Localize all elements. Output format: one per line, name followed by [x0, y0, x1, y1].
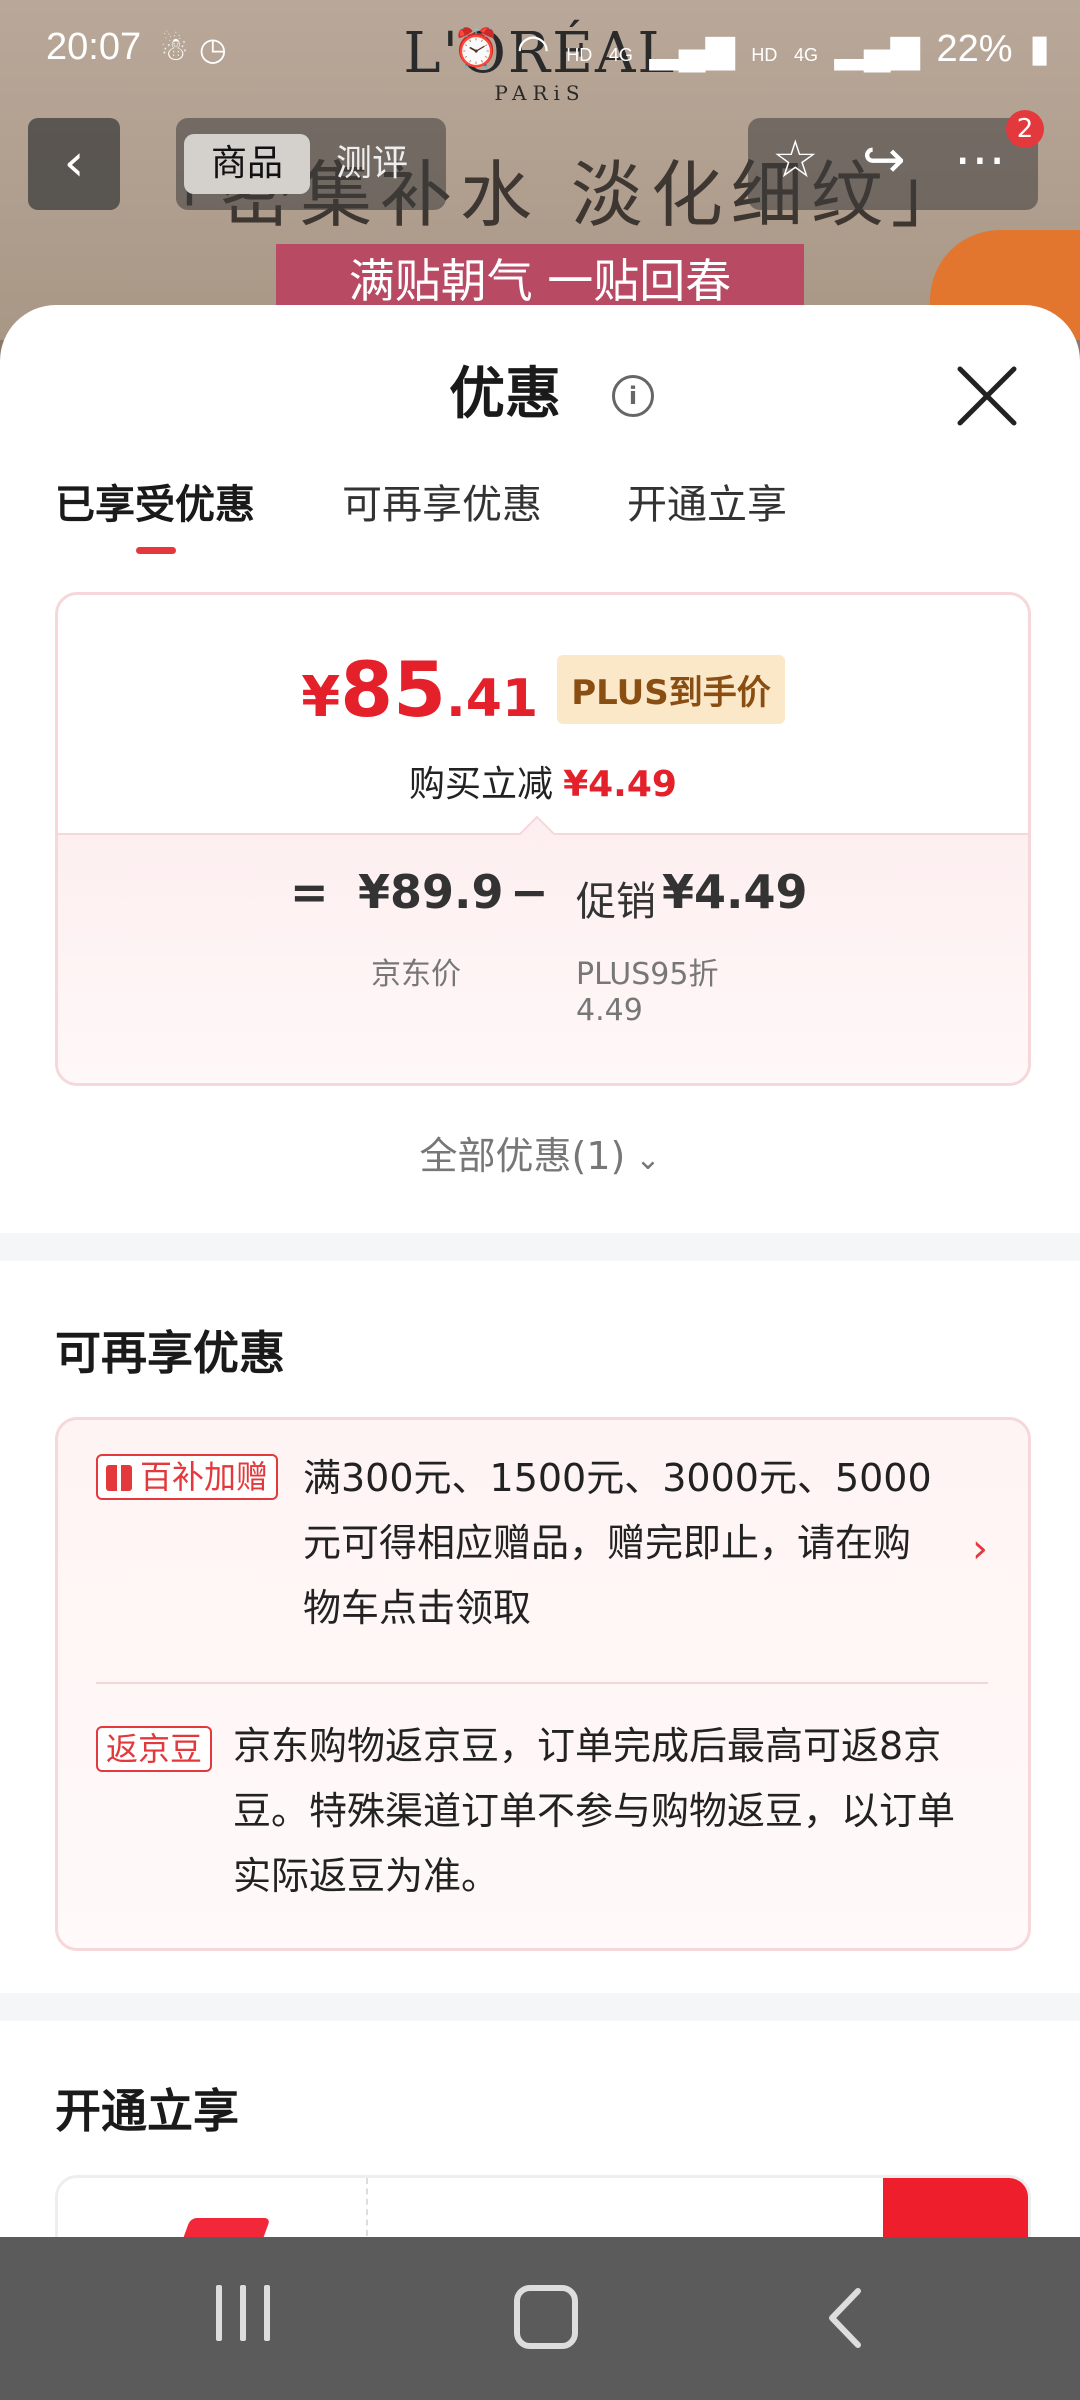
battery-percent: 22%: [936, 28, 1013, 70]
status-right: ⏰ ◠ HD 4G ▂▄▆ HD 4G ▂▄▆ 22% ▮: [447, 26, 1050, 71]
back-button[interactable]: ‹: [28, 118, 120, 210]
promo-label: 促销: [576, 879, 656, 925]
battery-icon: ▮: [1029, 28, 1050, 70]
message-badge: 2: [1006, 110, 1044, 148]
notification-icon: ☃: [160, 30, 189, 68]
chevron-left-icon: ‹: [63, 133, 85, 193]
card-dashed-divider: [366, 2178, 368, 2237]
plus-price-tag: PLUS到手价: [557, 655, 785, 724]
alarm-icon: ⏰: [452, 28, 500, 70]
gift-tag: 百补加赠: [96, 1454, 279, 1500]
tab-additional-discounts[interactable]: 可再享优惠: [342, 475, 542, 535]
home-icon[interactable]: [514, 2285, 578, 2349]
sheet-title-text: 优惠: [449, 362, 561, 427]
network-label-4g: 4G: [793, 45, 818, 65]
jd-price: ¥89.9: [358, 865, 504, 919]
gift-icon: [106, 1465, 132, 1491]
favorite-star-icon[interactable]: ☆: [772, 130, 819, 190]
subtract-line: 购买立减 ¥4.49: [58, 755, 1028, 807]
price-decimal: .41: [446, 669, 539, 729]
info-icon[interactable]: i: [612, 375, 654, 417]
tab-review[interactable]: 测评: [336, 134, 408, 194]
more-options-icon[interactable]: ⋯: [954, 130, 1006, 190]
recent-bar: [240, 2285, 246, 2341]
status-left-icons: ☃ ◷: [160, 30, 227, 68]
all-deals-toggle[interactable]: 全部优惠(1) ⌄: [0, 1125, 1080, 1180]
recent-bar: [216, 2285, 222, 2341]
gift-deal-line: 物车点击领取: [303, 1586, 532, 1630]
price-card: ¥85.41 PLUS到手价 购买立减 ¥4.49 = ¥89.9 京东价 − 促…: [55, 592, 1031, 1086]
subtract-amount: ¥4.49: [563, 764, 677, 805]
jd-beans-deal-line: 京东购物返京豆，订单完成后最高可返8京: [233, 1724, 942, 1768]
section-title-additional: 可再享优惠: [55, 1326, 285, 1380]
recent-apps-icon[interactable]: [216, 2285, 272, 2351]
jd-beans-deal-line: 豆。特殊渠道订单不参与购物返豆，以订单: [233, 1789, 956, 1833]
status-time: 20:07: [46, 26, 142, 68]
tab-activate-discounts[interactable]: 开通立享: [627, 475, 787, 535]
signal-icon: ▂▄▆: [649, 28, 735, 70]
gift-deal-line: 满300元、1500元、3000元、5000: [303, 1456, 932, 1500]
row-divider: [96, 1682, 988, 1684]
jd-beans-tag: 返京豆: [96, 1726, 213, 1772]
chevron-down-icon: ⌄: [635, 1142, 661, 1177]
promo-amount: ¥4.49: [662, 865, 808, 919]
section-title-activate: 开通立享: [55, 2084, 239, 2138]
section-divider: [0, 1233, 1080, 1261]
network-label-4g: 4G: [608, 45, 633, 65]
product-nav-tabs: 商品 测评: [176, 118, 446, 210]
sheet-title: 优惠: [0, 355, 1080, 435]
price-yen: ¥: [301, 665, 341, 730]
signal-icon: ▂▄▆: [834, 28, 920, 70]
equals-sign: =: [290, 865, 329, 919]
price-integer: 85: [340, 645, 447, 734]
back-icon[interactable]: [824, 2285, 864, 2351]
additional-deals-card: 百补加赠 满300元、1500元、3000元、5000 元可得相应赠品，赠完即止…: [55, 1417, 1031, 1951]
jd-price-label: 京东价: [371, 957, 461, 992]
system-navigation-bar: [0, 2237, 1080, 2400]
jd-beans-deal-line: 实际返豆为准。: [233, 1854, 500, 1898]
all-deals-label: 全部优惠(1): [419, 1134, 626, 1178]
activate-card[interactable]: [55, 2175, 1031, 2237]
status-bar: 20:07 ☃ ◷ ⏰ ◠ HD 4G ▂▄▆ HD 4G ▂▄▆ 22% ▮: [0, 0, 1080, 100]
membership-logo: [161, 2218, 271, 2237]
discount-tabs: 已享受优惠 可再享优惠 开通立享: [0, 475, 1080, 545]
close-icon[interactable]: [954, 363, 1020, 429]
section-divider: [0, 1993, 1080, 2021]
gift-deal-text: 满300元、1500元、3000元、5000 元可得相应赠品，赠完即止，请在购 …: [303, 1446, 932, 1641]
minus-sign: −: [510, 865, 549, 919]
promo-desc-line1: PLUS95折: [576, 957, 719, 992]
sheet-header: 优惠 i: [0, 355, 1080, 435]
wifi-icon: ◠: [516, 28, 550, 70]
final-price-line: ¥85.41 PLUS到手价: [58, 645, 1028, 734]
tab-product[interactable]: 商品: [184, 134, 310, 194]
final-price: ¥85.41: [301, 645, 538, 734]
gift-deal-line: 元可得相应赠品，赠完即止，请在购: [303, 1521, 912, 1565]
discount-sheet: 优惠 i 已享受优惠 可再享优惠 开通立享 ¥85.41 PLUS到手价 购买立…: [0, 305, 1080, 2237]
share-icon[interactable]: ↪: [862, 130, 906, 190]
promo-desc-line2: 4.49: [576, 993, 643, 1028]
chevron-right-icon[interactable]: ›: [972, 1526, 988, 1572]
product-nav-actions: ☆ ↪ ⋯ 2: [748, 110, 1044, 210]
network-label-hd: HD: [751, 45, 778, 65]
subtract-label: 购买立减: [409, 764, 554, 805]
jd-beans-deal-text: 京东购物返京豆，订单完成后最高可返8京 豆。特殊渠道订单不参与购物返豆，以订单 …: [233, 1714, 955, 1909]
activate-button-block[interactable]: [883, 2178, 1028, 2237]
network-label-hd: HD: [566, 45, 593, 65]
tab-enjoyed-discounts[interactable]: 已享受优惠: [55, 475, 255, 535]
price-breakdown: = ¥89.9 京东价 − 促销 ¥4.49 PLUS95折 4.49: [58, 833, 1028, 1083]
active-tab-indicator: [136, 547, 176, 554]
recent-bar: [264, 2285, 270, 2341]
gift-tag-label: 百补加赠: [140, 1458, 269, 1496]
clock-icon: ◷: [198, 30, 227, 68]
